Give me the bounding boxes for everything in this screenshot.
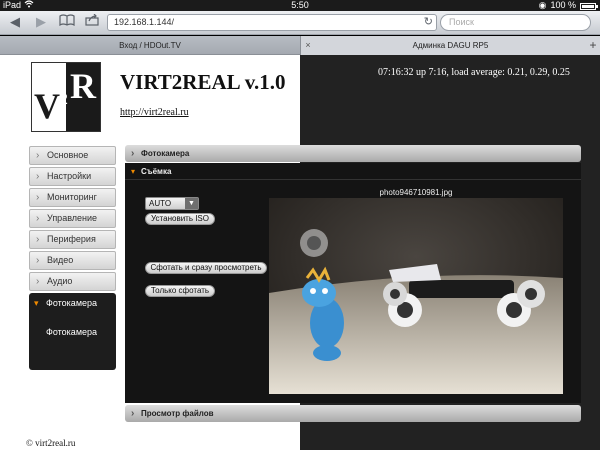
shoot-and-view-button[interactable]: Сфотать и сразу просмотреть xyxy=(145,262,267,274)
copyright: © virt2real.ru xyxy=(26,438,76,448)
sidebar-item-audio[interactable]: Аудио xyxy=(29,272,116,291)
sidebar-item-video[interactable]: Видео xyxy=(29,251,116,270)
tab-bar: Вход / HDOut.TV × Админка DAGU RP5 + xyxy=(0,36,600,55)
close-tab-icon[interactable]: × xyxy=(301,36,315,55)
section-shooting-header[interactable]: Съёмка xyxy=(125,163,581,180)
share-icon[interactable] xyxy=(83,13,101,30)
sidebar-item-label[interactable]: Фотокамера xyxy=(29,293,116,313)
uptime-text: 07:16:32 up 7:16, load average: 0.21, 0.… xyxy=(378,67,570,78)
camera-photo xyxy=(269,198,563,394)
site-logo: V 2 R xyxy=(31,62,101,132)
page-title: VIRT2REAL v.1.0 xyxy=(120,70,286,94)
tab-dagu[interactable]: × Админка DAGU RP5 xyxy=(300,36,600,55)
sidebar-item-peripherals[interactable]: Периферия xyxy=(29,230,116,249)
search-placeholder: Поиск xyxy=(449,17,474,27)
sidebar-item-monitoring[interactable]: Мониторинг xyxy=(29,188,116,207)
forward-icon[interactable]: ▶ xyxy=(32,14,50,30)
url-text: 192.168.1.144/ xyxy=(114,17,175,27)
url-field[interactable]: 192.168.1.144/ ↻ xyxy=(107,14,437,31)
iso-select-value: AUTO xyxy=(149,199,172,208)
iso-select[interactable]: AUTO ▼ xyxy=(145,197,199,210)
search-field[interactable]: Поиск xyxy=(440,14,591,31)
back-icon[interactable]: ◀ xyxy=(6,14,24,30)
sidebar-item-camera[interactable]: Фотокамера Фотокамера xyxy=(29,293,116,370)
tab-label: Админка DAGU RP5 xyxy=(412,41,489,50)
page: V 2 R VIRT2REAL v.1.0 http://virt2real.r… xyxy=(0,55,600,450)
reload-icon[interactable]: ↻ xyxy=(424,15,433,30)
sidebar-item-main[interactable]: Основное xyxy=(29,146,116,165)
site-link[interactable]: http://virt2real.ru xyxy=(120,107,189,118)
status-bar: iPad 5:50 ◉ 100 % xyxy=(0,0,600,11)
tab-label: Вход / HDOut.TV xyxy=(119,41,181,50)
sidebar-subitem-camera[interactable]: Фотокамера xyxy=(29,327,116,337)
sidebar-item-control[interactable]: Управление xyxy=(29,209,116,228)
panel-files-header[interactable]: Просмотр файлов xyxy=(125,405,581,422)
bookmarks-icon[interactable] xyxy=(58,14,76,30)
battery-icon xyxy=(580,3,598,10)
battery-label: 100 % xyxy=(550,0,576,10)
browser-toolbar: ◀ ▶ 192.168.1.144/ ↻ Поиск xyxy=(0,11,600,35)
orientation-lock-icon: ◉ xyxy=(538,0,547,10)
sidebar-item-settings[interactable]: Настройки xyxy=(29,167,116,186)
new-tab-button[interactable]: + xyxy=(586,36,600,55)
panel-camera-header[interactable]: Фотокамера xyxy=(125,145,581,162)
set-iso-button[interactable]: Установить ISO xyxy=(145,213,215,225)
chevron-down-icon: ▼ xyxy=(185,198,198,209)
shoot-only-button[interactable]: Только сфотать xyxy=(145,285,215,297)
clock: 5:50 xyxy=(291,0,309,10)
photo-filename: photo946710981.jpg xyxy=(379,188,453,197)
tab-hdout[interactable]: Вход / HDOut.TV xyxy=(0,36,300,55)
